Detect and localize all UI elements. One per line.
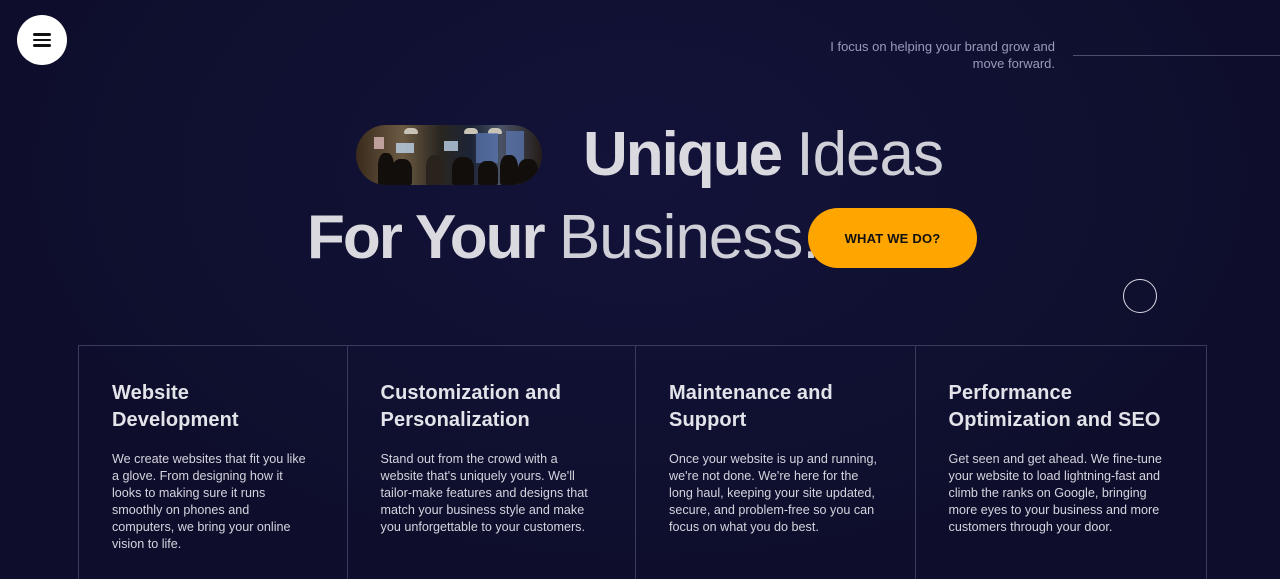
service-title: Performance Optimization and SEO — [948, 382, 1161, 431]
hero-headline-line1: Unique Ideas — [583, 124, 944, 186]
hero-headline-line2: For Your Business. — [307, 207, 820, 269]
cursor-ring-icon — [1123, 279, 1157, 313]
service-title: Customization and Personalization — [380, 382, 562, 431]
headline-bold-word: Unique — [583, 120, 783, 189]
menu-button[interactable] — [17, 15, 67, 65]
headline-bold-words: For Your — [307, 203, 546, 272]
what-we-do-button[interactable]: WHAT WE DO? — [808, 208, 977, 268]
tagline-divider — [1073, 55, 1280, 56]
team-photo — [356, 125, 542, 185]
service-title: Maintenance and Support — [669, 382, 833, 431]
service-card: Website Development We create websites t… — [79, 346, 348, 579]
headline-thin-word: Business. — [558, 203, 820, 272]
service-card: Customization and Personalization Stand … — [348, 346, 637, 579]
service-description: Stand out from the crowd with a website … — [380, 452, 588, 534]
service-title: Website Development — [112, 382, 239, 431]
page: I focus on helping your brand grow and m… — [0, 0, 1280, 579]
service-description: Get seen and get ahead. We fine-tune you… — [948, 452, 1162, 534]
service-card: Performance Optimization and SEO Get see… — [916, 346, 1206, 579]
service-description: We create websites that fit you like a g… — [112, 452, 306, 551]
service-description: Once your website is up and running, we'… — [669, 452, 877, 534]
hamburger-menu-icon — [33, 33, 51, 47]
services-grid: Website Development We create websites t… — [78, 345, 1207, 579]
service-card: Maintenance and Support Once your websit… — [636, 346, 916, 579]
tagline: I focus on helping your brand grow and m… — [830, 39, 1055, 71]
headline-thin-word: Ideas — [796, 120, 944, 189]
